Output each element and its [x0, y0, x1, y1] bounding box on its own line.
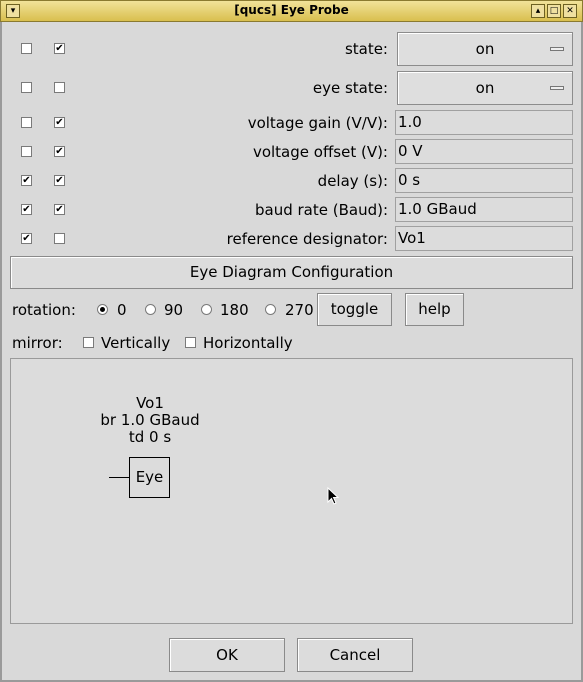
state-combo[interactable]: on [397, 32, 573, 66]
preview-designator: Vo1 [136, 394, 164, 412]
show-checkbox-reference-designator[interactable]: ✔ [21, 233, 32, 244]
rotation-option-90-label: 90 [164, 301, 184, 319]
title-bar[interactable]: ▾ [qucs] Eye Probe ▴ □ ✕ [0, 0, 583, 22]
rotation-option-270-label: 270 [285, 301, 314, 319]
mirror-vertically-checkbox[interactable] [83, 337, 94, 348]
property-label-reference-designator: reference designator: [226, 230, 388, 248]
property-label-eye-state: eye state: [312, 79, 388, 97]
eye-state-combo[interactable]: on [397, 71, 573, 105]
mirror-vertically-label: Vertically [101, 334, 171, 352]
property-label-voltage-gain: voltage gain (V/V): [247, 114, 388, 132]
display-checkbox-delay[interactable]: ✔ [54, 175, 65, 186]
maximize-icon[interactable]: □ [547, 4, 561, 18]
display-checkbox-reference-designator[interactable] [54, 233, 65, 244]
show-checkbox-eye-state[interactable] [21, 82, 32, 93]
property-label-voltage-offset: voltage offset (V): [252, 143, 388, 161]
show-checkbox-baud-rate[interactable]: ✔ [21, 204, 32, 215]
property-label-baud-rate: baud rate (Baud): [254, 201, 388, 219]
combo-handle-icon [550, 86, 564, 90]
delay-field[interactable]: 0 s [395, 168, 573, 193]
rotation-label: rotation: [12, 301, 76, 319]
show-checkbox-voltage-gain[interactable] [21, 117, 32, 128]
toggle-button[interactable]: toggle [317, 293, 392, 326]
state-combo-value: on [475, 40, 495, 58]
mirror-horizontally-checkbox[interactable] [185, 337, 196, 348]
window-title: [qucs] Eye Probe [234, 3, 349, 17]
display-checkbox-state[interactable]: ✔ [54, 43, 65, 54]
rotation-radio-180[interactable] [201, 304, 212, 315]
combo-handle-icon [550, 47, 564, 51]
cancel-button[interactable]: Cancel [297, 638, 413, 672]
help-button[interactable]: help [405, 293, 464, 326]
voltage-gain-field[interactable]: 1.0 [395, 110, 573, 135]
rotation-option-0-label: 0 [117, 301, 127, 319]
shade-icon[interactable]: ▴ [531, 4, 545, 18]
ok-button[interactable]: OK [169, 638, 285, 672]
show-checkbox-state[interactable] [21, 43, 32, 54]
property-label-delay: delay (s): [317, 172, 388, 190]
symbol-preview: Vo1 br 1.0 GBaud td 0 s Eye [10, 358, 573, 624]
rotation-option-180-label: 180 [220, 301, 249, 319]
preview-delay: td 0 s [128, 428, 172, 446]
preview-baud-rate: br 1.0 GBaud [100, 411, 200, 429]
mouse-cursor-icon [327, 487, 339, 505]
mirror-label: mirror: [12, 334, 63, 352]
eye-state-combo-value: on [475, 79, 495, 97]
baud-rate-field[interactable]: 1.0 GBaud [395, 197, 573, 222]
rotation-radio-270[interactable] [265, 304, 276, 315]
voltage-offset-field[interactable]: 0 V [395, 139, 573, 164]
show-checkbox-delay[interactable]: ✔ [21, 175, 32, 186]
display-checkbox-voltage-gain[interactable]: ✔ [54, 117, 65, 128]
display-checkbox-baud-rate[interactable]: ✔ [54, 204, 65, 215]
show-checkbox-voltage-offset[interactable] [21, 146, 32, 157]
mirror-horizontally-label: Horizontally [203, 334, 293, 352]
reference-designator-field[interactable]: Vo1 [395, 226, 573, 251]
property-label-state: state: [344, 40, 388, 58]
eye-probe-symbol: Eye [129, 457, 170, 498]
display-checkbox-voltage-offset[interactable]: ✔ [54, 146, 65, 157]
rotation-radio-0[interactable] [97, 304, 108, 315]
rotation-radio-90[interactable] [145, 304, 156, 315]
preview-wire [109, 477, 129, 478]
eye-diagram-configuration-button[interactable]: Eye Diagram Configuration [10, 256, 573, 289]
display-checkbox-eye-state[interactable] [54, 82, 65, 93]
close-icon[interactable]: ✕ [563, 4, 577, 18]
